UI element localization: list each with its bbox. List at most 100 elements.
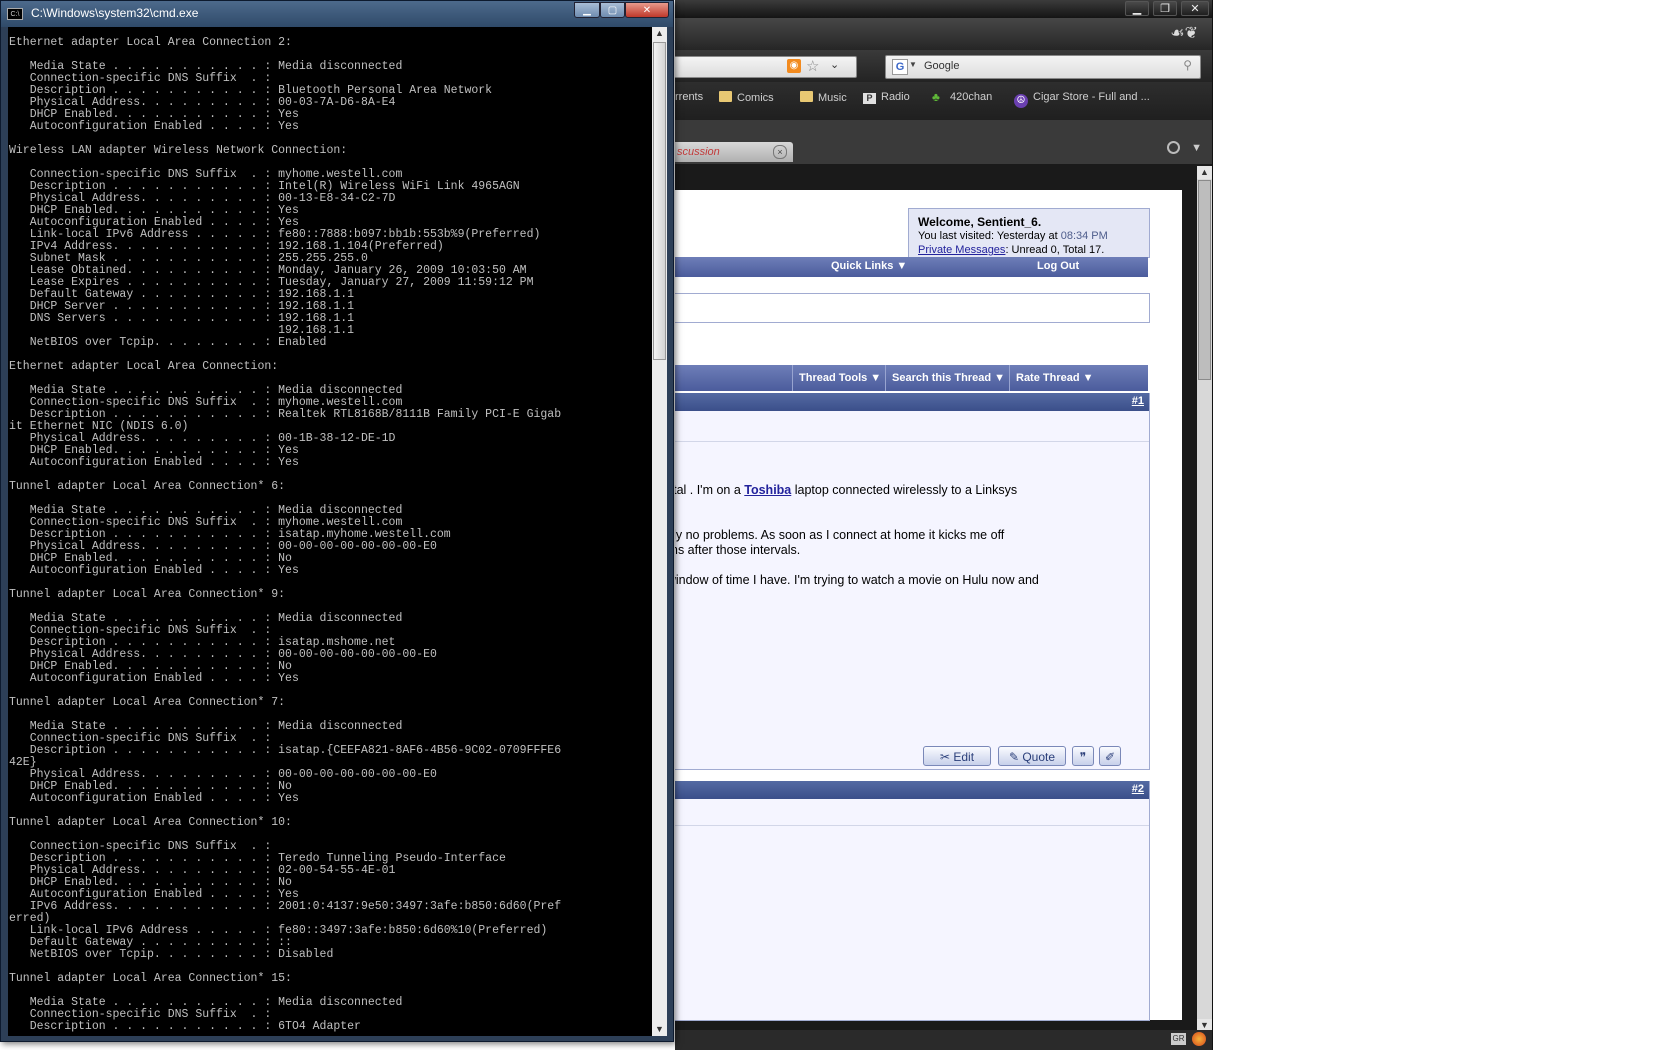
ipconfig-output-text: Ethernet adapter Local Area Connection 2…: [9, 37, 561, 1033]
post-1: #1 st, total . I'm on a Toshiba laptop c…: [675, 393, 1150, 770]
last-visited-time: 08:34 PM: [1060, 230, 1108, 242]
post-text: st, total . I'm on a: [675, 483, 741, 497]
welcome-title: Welcome, Sentient_6.: [918, 215, 1042, 229]
scrollbar-thumb[interactable]: [1198, 180, 1211, 380]
edit-label: Edit: [953, 750, 975, 764]
bookmark-music[interactable]: Music: [800, 91, 847, 104]
console-line: IPv6 Address. . . . . . . . . . . : 2001…: [9, 900, 562, 913]
quick-reply-button[interactable]: ✐: [1099, 746, 1121, 766]
thread-tools-label: Thread Tools: [799, 372, 868, 384]
console-line: Tunnel adapter Local Area Connection* 10…: [9, 816, 292, 829]
search-icon[interactable]: ⚲: [1183, 58, 1192, 72]
tab-options-icon[interactable]: [1167, 141, 1180, 154]
console-line: Autoconfiguration Enabled . . . . : Yes: [9, 120, 299, 133]
quote-label: Quote: [1022, 750, 1056, 764]
firefox-icon[interactable]: [1192, 1032, 1206, 1046]
scroll-up-icon[interactable]: ▲: [1197, 166, 1212, 179]
bookmark-label: Music: [818, 92, 847, 104]
tab-strip: scussion × ▼: [675, 120, 1212, 164]
tab-list-dropdown-icon[interactable]: ▼: [1191, 142, 1202, 154]
post-divider: [675, 441, 1149, 442]
post-header: #2: [675, 781, 1149, 799]
cmd-window-title: C:\Windows\system32\cmd.exe: [31, 6, 199, 20]
close-tab-icon[interactable]: ×: [773, 145, 787, 159]
toshiba-link[interactable]: Toshiba: [744, 483, 791, 497]
folder-icon: [719, 91, 732, 102]
reader-icon[interactable]: GR: [1171, 1033, 1186, 1045]
theme-logo-icon: ☙❦: [1170, 25, 1198, 42]
console-line: Autoconfiguration Enabled . . . . : Yes: [9, 792, 299, 805]
quick-links-menu[interactable]: Quick Links ▼: [831, 260, 907, 272]
cmd-app-icon[interactable]: C:\: [7, 8, 23, 20]
browser-maximize-button[interactable]: ❐: [1153, 1, 1177, 16]
post-number-link[interactable]: #2: [1132, 783, 1144, 795]
cmd-scrollbar[interactable]: ▲ ▼: [652, 27, 667, 1036]
leaf-icon: ♣: [932, 90, 940, 104]
rate-thread-label: Rate Thread: [1016, 372, 1080, 384]
cmd-scroll-up-icon[interactable]: ▲: [652, 27, 667, 40]
search-thread-label: Search this Thread: [892, 372, 992, 384]
post-2: #2: [675, 781, 1150, 1021]
console-line: Wireless LAN adapter Wireless Network Co…: [9, 144, 348, 157]
tab-discussion[interactable]: scussion ×: [675, 142, 793, 162]
cmd-minimize-button[interactable]: ▁: [574, 2, 600, 18]
cmd-window: C:\ C:\Windows\system32\cmd.exe ▁ ▢ ✕ Et…: [0, 0, 674, 1042]
bookmarks-bar: rrents Comics Music P Radio ♣ 420chan ☮ Cig…: [675, 82, 1212, 120]
bookmark-star-icon[interactable]: ☆: [806, 57, 819, 75]
post-divider: [675, 825, 1149, 826]
search-thread-menu[interactable]: Search this Thread ▼: [885, 365, 1011, 391]
console-line: Autoconfiguration Enabled . . . . : Yes: [9, 456, 299, 469]
cmd-scrollbar-thumb[interactable]: [653, 42, 666, 360]
search-input[interactable]: G ▼ Google ⚲: [885, 55, 1201, 79]
cmd-titlebar[interactable]: C:\ C:\Windows\system32\cmd.exe ▁ ▢ ✕: [1, 1, 673, 27]
browser-minimize-button[interactable]: ▁: [1125, 1, 1149, 16]
private-messages-link[interactable]: Private Messages: [918, 244, 1005, 256]
search-engine-icon[interactable]: G: [892, 59, 908, 75]
private-messages-line: Private Messages: Unread 0, Total 17.: [918, 244, 1104, 256]
rss-icon[interactable]: ◉: [787, 59, 801, 73]
post-text-line: st, total . I'm on a Toshiba laptop conn…: [675, 483, 1017, 497]
multi-quote-button[interactable]: ❞: [1072, 746, 1094, 766]
bookmark-torrents[interactable]: rrents: [675, 91, 703, 103]
cmd-close-button[interactable]: ✕: [625, 2, 669, 18]
console-line: Autoconfiguration Enabled . . . . : Yes: [9, 564, 299, 577]
search-placeholder: Google: [924, 60, 960, 72]
quick-links-label: Quick Links: [831, 260, 894, 272]
address-bar[interactable]: ◉ ☆ ⌄: [675, 56, 857, 78]
console-line: NetBIOS over Tcpip. . . . . . . . : Disa…: [9, 948, 334, 961]
tab-label: scussion: [677, 146, 720, 158]
status-bar: GR: [675, 1030, 1212, 1050]
thread-tools-menu[interactable]: Thread Tools ▼: [792, 365, 887, 391]
bookmark-label: Cigar Store - Full and ...: [1033, 91, 1150, 103]
browser-titlebar: ▁ ❐ ✕: [675, 0, 1212, 18]
pm-counts: : Unread 0, Total 17.: [1005, 244, 1105, 256]
folder-icon: [800, 91, 813, 102]
bookmark-420chan[interactable]: ♣ 420chan: [932, 91, 992, 103]
quote-icon: ✎: [1008, 750, 1019, 764]
cmd-scroll-down-icon[interactable]: ▼: [652, 1023, 667, 1036]
browser-toolbar: ◉ ☆ ⌄ G ▼ Google ⚲: [675, 50, 1212, 82]
bookmark-label: 420chan: [950, 91, 993, 103]
quote-button[interactable]: ✎ Quote: [998, 746, 1066, 766]
bookmark-label: rrents: [675, 91, 704, 103]
post-text-line: treams after those intervals.: [675, 543, 801, 557]
multi-quote-icon: ❞: [1079, 750, 1087, 764]
page-scrollbar[interactable]: ▲ ▼: [1197, 166, 1212, 1032]
browser-close-button[interactable]: ✕: [1181, 1, 1209, 16]
post-number-link[interactable]: #1: [1132, 395, 1144, 407]
notice-box: [675, 293, 1150, 323]
log-out-link[interactable]: Log Out: [1037, 260, 1079, 272]
engine-dropdown-icon[interactable]: ▼: [909, 60, 917, 69]
console-line: Description . . . . . . . . . . . : isat…: [9, 744, 562, 757]
edit-button[interactable]: ✂ Edit: [923, 746, 991, 766]
console-line: Tunnel adapter Local Area Connection* 15…: [9, 972, 292, 985]
console-output[interactable]: Ethernet adapter Local Area Connection 2…: [8, 27, 652, 1036]
history-dropdown-icon[interactable]: ⌄: [830, 58, 839, 71]
rate-thread-menu[interactable]: Rate Thread ▼: [1009, 365, 1100, 391]
bookmark-cigar-store[interactable]: ☮ Cigar Store - Full and ...: [1014, 91, 1150, 108]
bookmark-radio[interactable]: P Radio: [863, 91, 910, 104]
cmd-maximize-button[interactable]: ▢: [600, 2, 625, 18]
bookmark-label: Radio: [881, 91, 910, 103]
bookmark-comics[interactable]: Comics: [719, 91, 774, 104]
post-text-line: the window of time I have. I'm trying to…: [675, 573, 1039, 587]
